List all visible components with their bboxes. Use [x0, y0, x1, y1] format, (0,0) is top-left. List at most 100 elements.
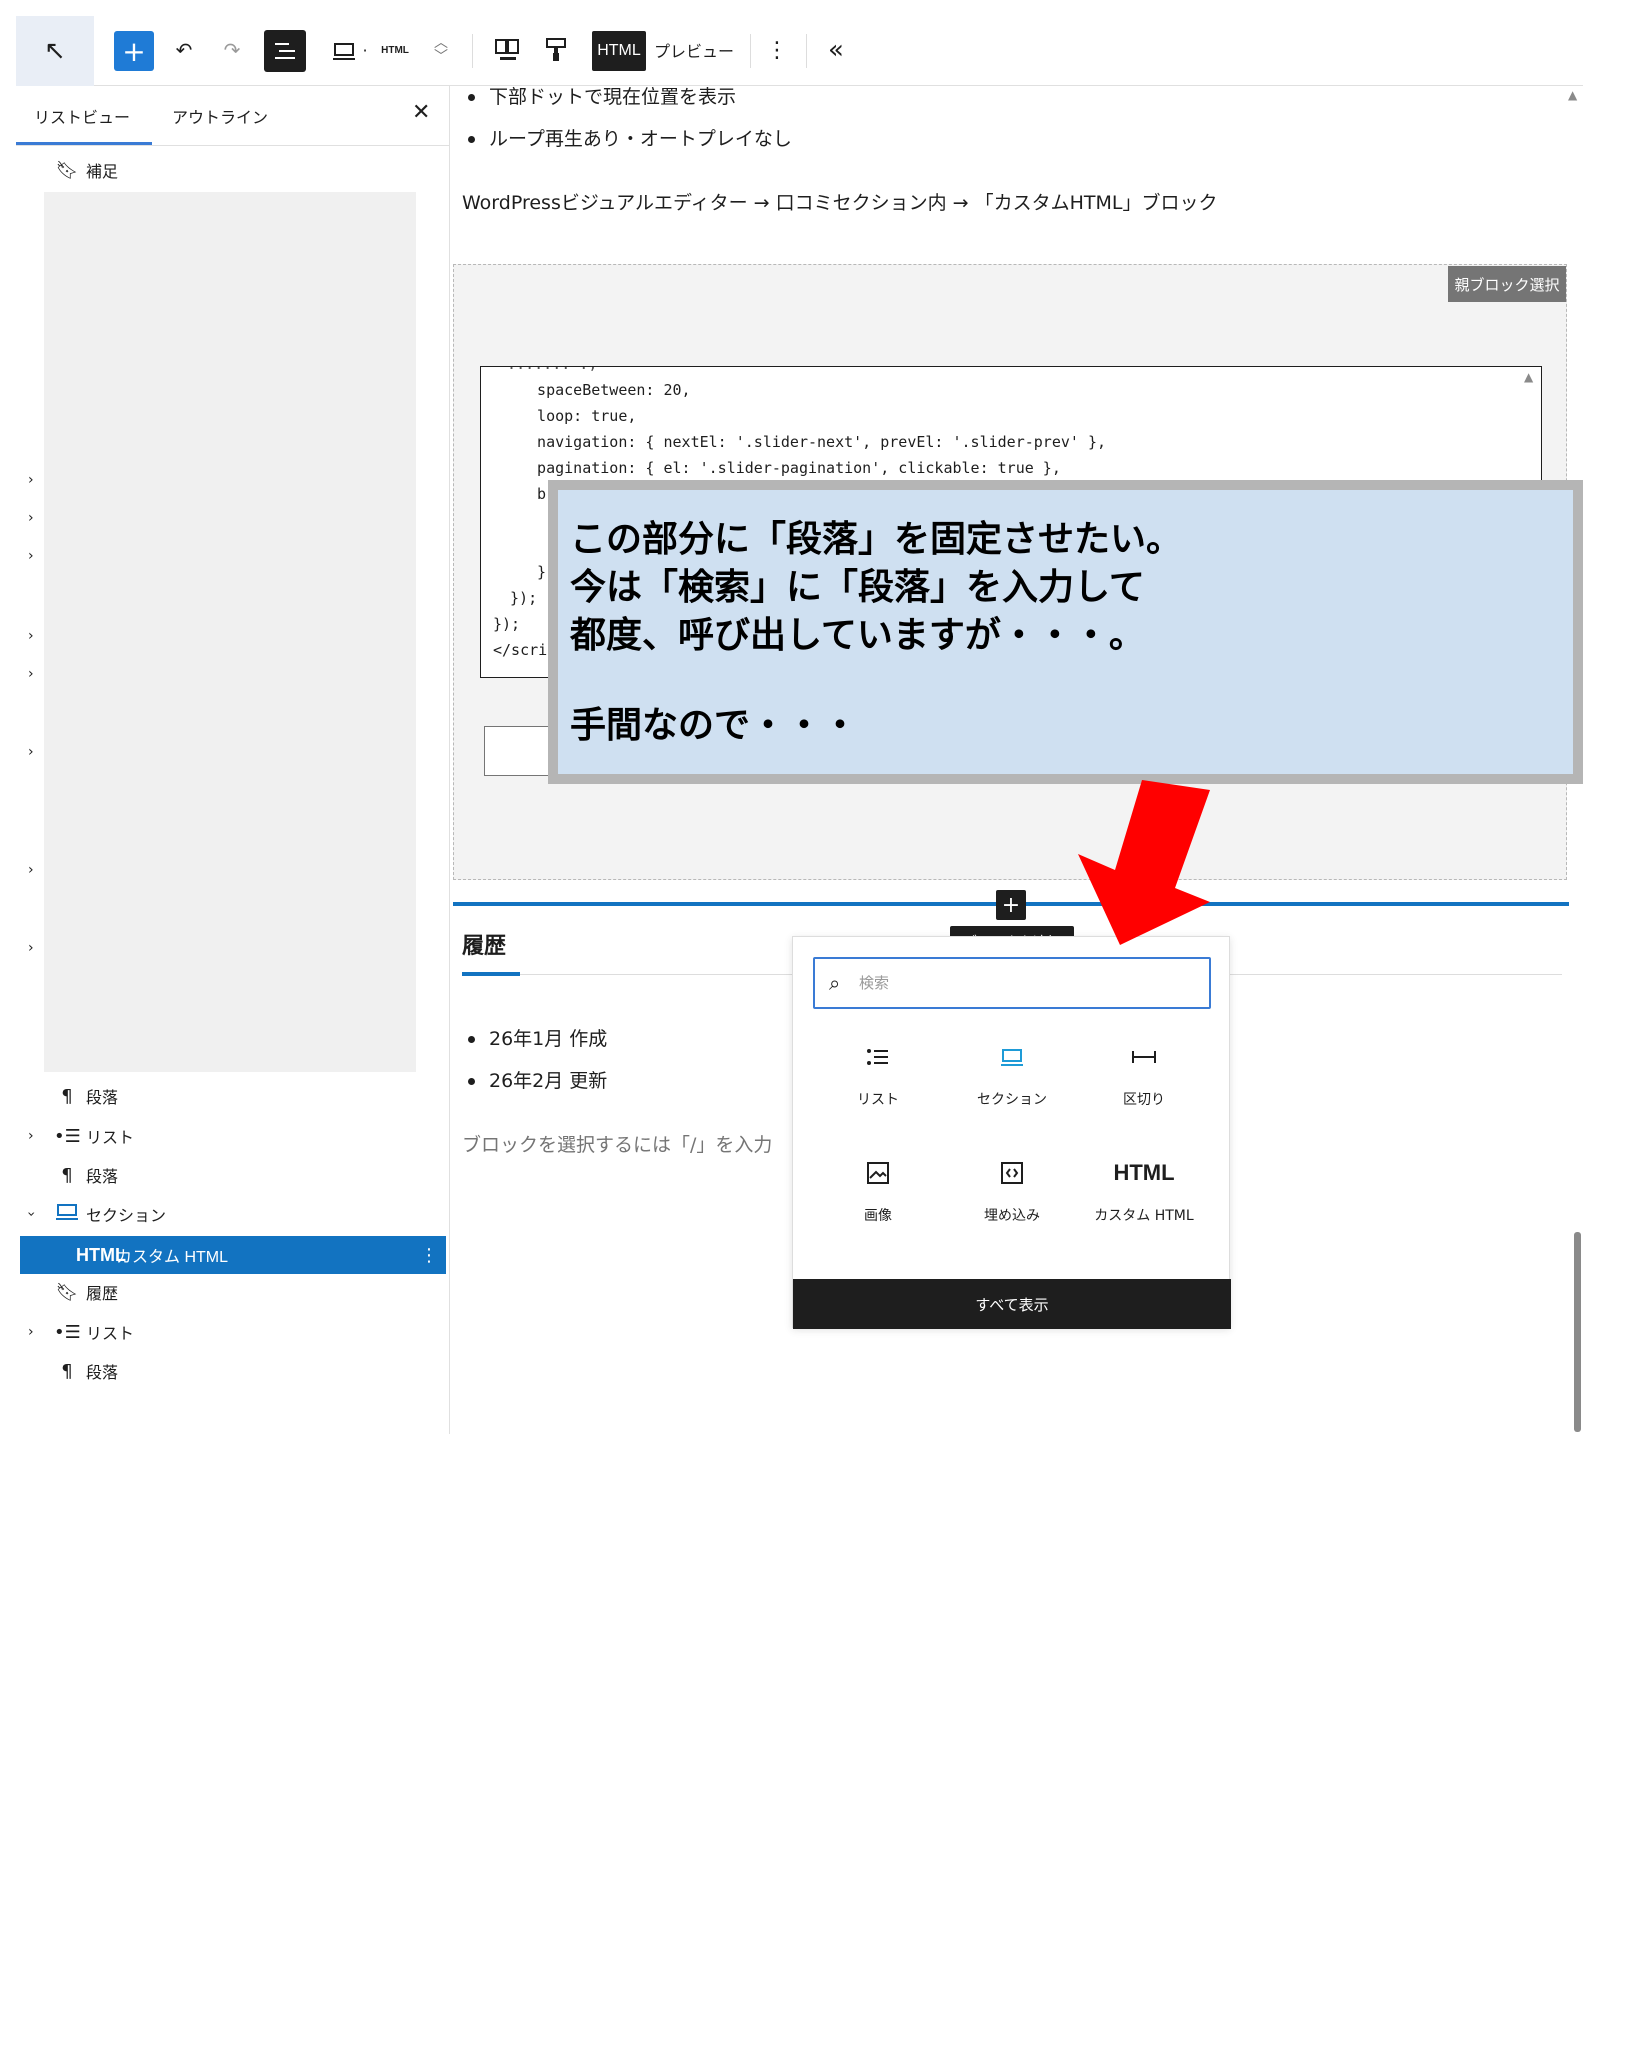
select-tool-button[interactable]: ↖ — [16, 16, 94, 86]
search-input[interactable] — [859, 969, 1199, 997]
annotation-callout: この部分に「段落」を固定させたい。 今は「検索」に「段落」を入力して 都度、呼び… — [548, 480, 1583, 784]
more-vertical-icon: ⋮ — [766, 37, 788, 63]
document-overview-button[interactable] — [264, 30, 306, 72]
paragraph-block[interactable]: WordPressビジュアルエディター → 口コミセクション内 → 「カスタムH… — [462, 188, 1217, 215]
code-line: }); — [501, 589, 538, 607]
scroll-up-arrow-icon[interactable]: ▲ — [1568, 88, 1577, 102]
code-line-cut: ......: ., — [489, 367, 597, 373]
list-item[interactable]: 下部ドットで現在位置を表示 — [468, 82, 736, 109]
list-item-label: 段落 — [86, 1363, 119, 1382]
close-icon[interactable]: ✕ — [412, 100, 430, 125]
block-option-label: 画像 — [864, 1208, 892, 1224]
list-item[interactable]: › •☰ リスト — [16, 1314, 450, 1350]
list-item[interactable]: ¶ 段落 — [16, 1078, 450, 1114]
undo-button[interactable]: ↶ — [166, 28, 202, 72]
block-option-embed[interactable]: 埋め込み — [947, 1153, 1077, 1253]
list-item-text: ループ再生あり・オートプレイなし — [489, 128, 792, 150]
code-line: loop: true, — [519, 407, 637, 425]
list-item[interactable]: ¶ 段落 — [16, 1157, 450, 1193]
add-block-toggle-button[interactable]: + — [114, 31, 154, 71]
editor-toolbar: ↖ + ↶ ↷ · HTML ︿ ﹀ HTML プレビュー ⋮ « — [16, 16, 1583, 86]
chevron-right-icon[interactable]: › — [28, 666, 34, 682]
more-vertical-icon[interactable]: ⋮ — [420, 1245, 438, 1266]
block-option-custom-html[interactable]: HTML カスタム HTML — [1079, 1153, 1209, 1253]
chevron-down-icon[interactable]: › — [23, 1211, 39, 1217]
transform-icon — [495, 39, 519, 60]
cursor-arrow-icon: ↖ — [44, 36, 66, 66]
empty-input-box[interactable] — [484, 726, 554, 776]
list-item[interactable]: › セクション — [16, 1196, 450, 1232]
collapsed-items-area — [44, 192, 416, 1072]
block-option-section[interactable]: セクション — [947, 1037, 1077, 1137]
block-option-label: 埋め込み — [984, 1208, 1040, 1224]
list-item-selected[interactable]: HTML カスタム HTML ⋮ — [20, 1236, 446, 1274]
chevron-right-icon[interactable]: › — [28, 1324, 34, 1340]
tab-list-view[interactable]: リストビュー — [34, 104, 130, 128]
list-item[interactable]: 26年2月 更新 — [468, 1066, 607, 1093]
select-parent-block-button[interactable]: 親ブロック選択 — [1448, 266, 1566, 302]
transform-button[interactable] — [488, 28, 528, 72]
list-item[interactable]: 🔖︎ 補足 — [16, 152, 450, 188]
list-item-label: 段落 — [86, 1167, 119, 1186]
list-item[interactable]: ¶ 段落 — [16, 1353, 450, 1389]
scrollbar[interactable] — [1574, 1232, 1581, 1432]
undo-icon: ↶ — [175, 38, 193, 62]
tab-outline[interactable]: アウトライン — [172, 104, 268, 128]
chevron-up-icon: ︿ — [434, 35, 448, 51]
preview-button[interactable]: プレビュー — [652, 28, 736, 72]
list-item-text: 26年2月 更新 — [489, 1070, 608, 1092]
chevron-right-icon[interactable]: › — [28, 862, 34, 878]
block-option-separator[interactable]: 区切り — [1079, 1037, 1209, 1137]
html-label: HTML — [381, 44, 409, 56]
chevron-right-icon[interactable]: › — [28, 472, 34, 488]
chevron-right-icon[interactable]: › — [28, 744, 34, 760]
chevron-right-icon[interactable]: › — [28, 628, 34, 644]
toolbar-divider — [806, 34, 807, 68]
red-arrow-icon — [1078, 780, 1210, 945]
quick-inserter-popover: ⌕ リスト セクション 区切り 画像 埋め込み HTML カスタム HTML — [792, 936, 1231, 1329]
inline-add-block-button[interactable]: + — [996, 890, 1026, 920]
list-item[interactable]: 🔖︎ 履歴 — [16, 1274, 450, 1310]
annotation-text: この部分に「段落」を固定させたい。 — [570, 519, 1183, 560]
section-icon — [54, 1202, 80, 1227]
block-option-label: カスタム HTML — [1094, 1208, 1194, 1224]
paragraph-icon: ¶ — [61, 1360, 73, 1382]
list-icon — [813, 1037, 943, 1077]
list-item[interactable]: 26年1月 作成 — [468, 1024, 607, 1051]
bookmark-icon: 🔖︎ — [55, 1281, 79, 1303]
move-up-down-button[interactable]: ︿ ﹀ — [428, 28, 454, 72]
html-block-type-button[interactable]: HTML — [372, 28, 418, 72]
section-block-button[interactable] — [326, 28, 362, 72]
block-option-image[interactable]: 画像 — [813, 1153, 943, 1253]
double-chevron-left-icon: « — [828, 35, 844, 65]
code-line: pagination: { el: '.slider-pagination', … — [519, 459, 1061, 477]
plus-icon: + — [1001, 892, 1021, 918]
chevron-right-icon[interactable]: › — [28, 1128, 34, 1144]
block-option-label: リスト — [857, 1092, 899, 1108]
list-item[interactable]: › •☰ リスト — [16, 1118, 450, 1154]
list-item[interactable]: ループ再生あり・オートプレイなし — [468, 124, 792, 151]
scroll-up-arrow-icon[interactable]: ▲ — [1524, 370, 1533, 384]
chevron-right-icon[interactable]: › — [28, 940, 34, 956]
list-item-text: 26年1月 作成 — [489, 1028, 608, 1050]
heading-block[interactable]: 履歴 — [462, 928, 506, 960]
empty-paragraph-placeholder[interactable]: ブロックを選択するには「/」を入力 — [462, 1130, 772, 1157]
section-icon — [947, 1037, 1077, 1077]
block-option-list[interactable]: リスト — [813, 1037, 943, 1137]
paint-brush-icon — [546, 38, 566, 61]
paragraph-icon: ¶ — [61, 1164, 73, 1186]
block-option-label: 区切り — [1123, 1092, 1165, 1108]
styles-button[interactable] — [538, 28, 574, 72]
block-option-label: セクション — [977, 1092, 1047, 1108]
heading-accent-bar — [462, 972, 520, 976]
chevron-right-icon[interactable]: › — [28, 510, 34, 526]
collapse-toolbar-button[interactable]: « — [818, 28, 854, 72]
options-button[interactable]: ⋮ — [762, 28, 792, 72]
bullet-dot — [468, 1036, 475, 1043]
redo-button[interactable]: ↷ — [214, 28, 250, 72]
html-edit-button[interactable]: HTML — [592, 31, 646, 71]
browse-all-button[interactable]: すべて表示 — [793, 1279, 1231, 1329]
block-search-field[interactable]: ⌕ — [813, 957, 1211, 1009]
chevron-right-icon[interactable]: › — [28, 548, 34, 564]
code-line: }); — [493, 615, 521, 633]
